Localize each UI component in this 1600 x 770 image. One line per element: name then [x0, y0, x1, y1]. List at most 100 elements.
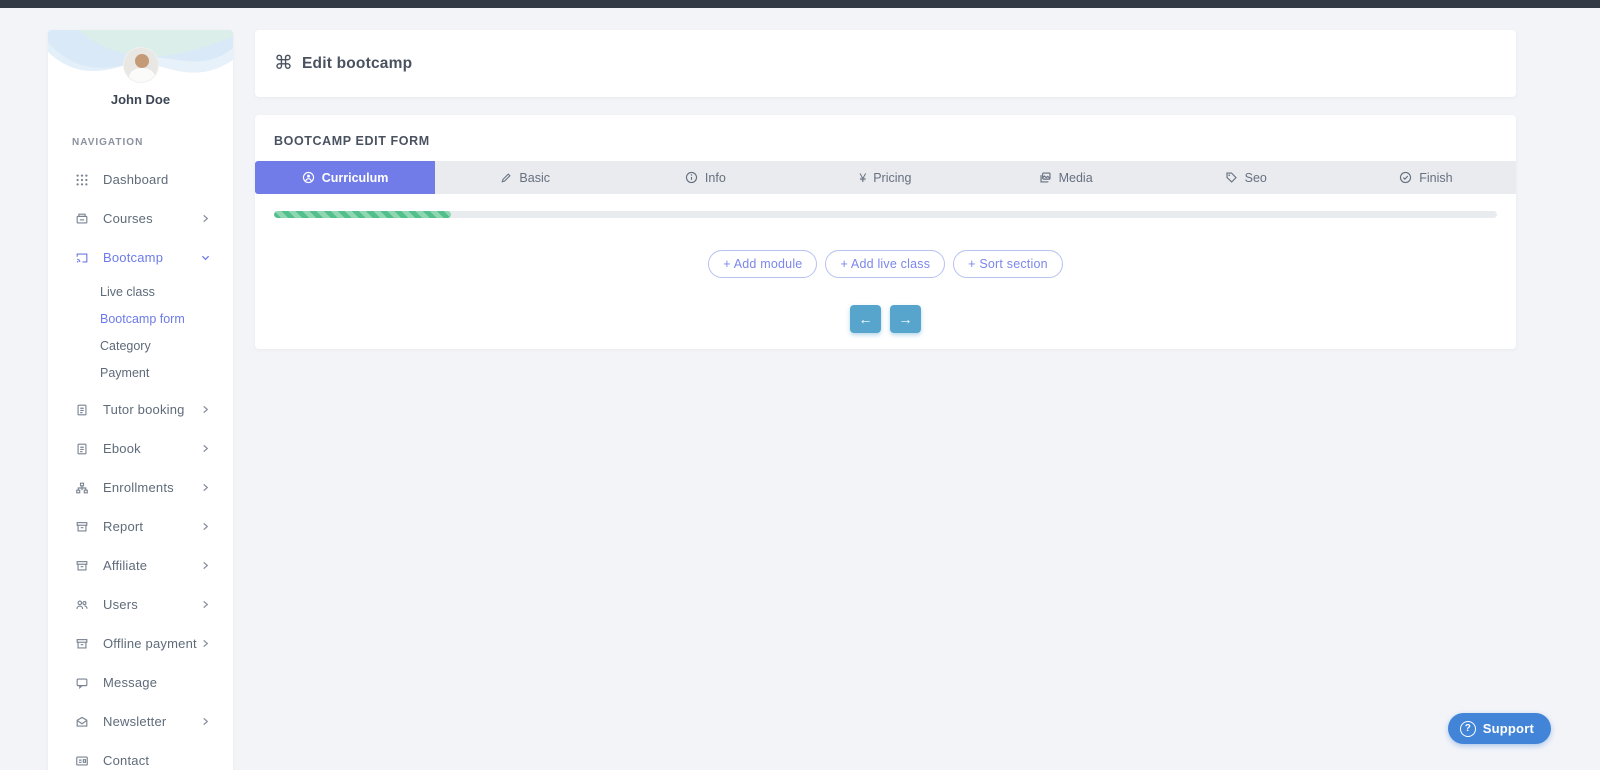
sidebar-item-bootcamp[interactable]: Bootcamp: [48, 238, 233, 277]
sidebar-item-label: Users: [103, 597, 201, 612]
tab-label: Basic: [519, 171, 550, 185]
wizard-tabs: Curriculum Basic Info ¥ Pricing Media: [255, 161, 1516, 194]
sidebar-item-label: Live class: [100, 285, 155, 299]
bootcamp-edit-form-card: BOOTCAMP EDIT FORM Curriculum Basic Info…: [255, 115, 1516, 349]
courses-icon: [75, 211, 91, 227]
sidebar-item-courses[interactable]: Courses: [48, 199, 233, 238]
add-live-class-button[interactable]: + Add live class: [825, 250, 945, 278]
sidebar-item-enrollments[interactable]: Enrollments: [48, 468, 233, 507]
wizard-nav: ← →: [255, 305, 1516, 333]
user-name: John Doe: [48, 92, 233, 107]
avatar[interactable]: [123, 47, 159, 83]
sidebar-item-ebook[interactable]: Ebook: [48, 429, 233, 468]
cast-icon: [75, 250, 91, 266]
avatar-head: [135, 54, 149, 68]
sidebar: John Doe NAVIGATION Dashboard Courses Bo…: [48, 30, 233, 770]
id-card-icon: [75, 753, 91, 769]
tab-label: Seo: [1245, 171, 1267, 185]
sidebar-item-payment[interactable]: Payment: [48, 360, 233, 387]
support-button[interactable]: ? Support: [1448, 713, 1551, 744]
chevron-right-icon: [201, 405, 211, 415]
chevron-right-icon: [201, 214, 211, 224]
avatar-body: [129, 68, 155, 83]
bootcamp-submenu: Live class Bootcamp form Category Paymen…: [48, 277, 233, 390]
sidebar-item-label: Payment: [100, 366, 149, 380]
sidebar-item-label: Ebook: [103, 441, 201, 456]
page-header: ⌘ Edit bootcamp: [255, 30, 1516, 97]
progress-fill: [274, 211, 451, 218]
tab-pricing[interactable]: ¥ Pricing: [795, 161, 975, 194]
file-lines-icon: [75, 402, 91, 418]
chevron-right-icon: [201, 561, 211, 571]
sidebar-item-affiliate[interactable]: Affiliate: [48, 546, 233, 585]
question-circle-icon: ?: [1460, 721, 1476, 737]
sidebar-item-label: Affiliate: [103, 558, 201, 573]
tab-finish[interactable]: Finish: [1336, 161, 1516, 194]
chevron-right-icon: [201, 600, 211, 610]
check-circle-icon: [1399, 171, 1412, 184]
curriculum-actions: + Add module + Add live class + Sort sec…: [255, 250, 1516, 278]
info-circle-icon: [685, 171, 698, 184]
arrow-right-icon: →: [899, 311, 913, 327]
grid-icon: [75, 172, 91, 188]
sidebar-item-label: Bootcamp: [103, 250, 201, 265]
sidebar-item-live-class[interactable]: Live class: [48, 279, 233, 306]
chevron-right-icon: [201, 639, 211, 649]
chevron-right-icon: [201, 717, 211, 727]
sidebar-item-label: Report: [103, 519, 201, 534]
sidebar-item-newsletter[interactable]: Newsletter: [48, 702, 233, 741]
sidebar-item-message[interactable]: Message: [48, 663, 233, 702]
sidebar-item-contact[interactable]: Contact: [48, 741, 233, 770]
tab-label: Info: [705, 171, 726, 185]
sidebar-item-label: Newsletter: [103, 714, 201, 729]
next-step-button[interactable]: →: [890, 305, 921, 333]
sidebar-item-label: Courses: [103, 211, 201, 226]
nav-section-label: NAVIGATION: [72, 137, 233, 148]
chat-icon: [75, 675, 91, 691]
sidebar-item-report[interactable]: Report: [48, 507, 233, 546]
tab-basic[interactable]: Basic: [435, 161, 615, 194]
sidebar-item-tutor-booking[interactable]: Tutor booking: [48, 390, 233, 429]
sidebar-item-label: Offline payment: [103, 636, 201, 651]
tab-label: Curriculum: [322, 171, 389, 185]
support-label: Support: [1483, 721, 1534, 736]
tab-label: Finish: [1419, 171, 1452, 185]
sitemap-icon: [75, 480, 91, 496]
pen-icon: [500, 172, 512, 184]
file-lines-icon: [75, 441, 91, 457]
sidebar-item-bootcamp-form[interactable]: Bootcamp form: [48, 306, 233, 333]
progress-bar: [274, 211, 1497, 218]
tab-label: Media: [1059, 171, 1093, 185]
sidebar-item-label: Message: [103, 675, 211, 690]
sidebar-item-dashboard[interactable]: Dashboard: [48, 160, 233, 199]
chevron-right-icon: [201, 483, 211, 493]
sidebar-item-category[interactable]: Category: [48, 333, 233, 360]
chevron-down-icon: [201, 253, 211, 263]
tab-info[interactable]: Info: [615, 161, 795, 194]
users-icon: [75, 597, 91, 613]
tab-curriculum[interactable]: Curriculum: [255, 161, 435, 194]
prev-step-button[interactable]: ←: [850, 305, 881, 333]
sidebar-item-offline-payment[interactable]: Offline payment: [48, 624, 233, 663]
sidebar-item-label: Category: [100, 339, 151, 353]
yen-icon: ¥: [860, 172, 867, 184]
sidebar-item-label: Enrollments: [103, 480, 201, 495]
sidebar-item-label: Tutor booking: [103, 402, 201, 417]
sidebar-item-users[interactable]: Users: [48, 585, 233, 624]
archive-icon: [75, 558, 91, 574]
user-circle-icon: [302, 171, 315, 184]
sidebar-item-label: Contact: [103, 753, 211, 768]
add-module-button[interactable]: + Add module: [708, 250, 817, 278]
command-icon: ⌘: [274, 52, 293, 75]
tab-seo[interactable]: Seo: [1156, 161, 1336, 194]
media-icon: [1039, 171, 1052, 184]
arrow-left-icon: ←: [859, 311, 873, 327]
sidebar-item-label: Dashboard: [103, 172, 211, 187]
sidebar-nav: Dashboard Courses Bootcamp Live class Bo…: [48, 160, 233, 770]
tab-media[interactable]: Media: [976, 161, 1156, 194]
chevron-right-icon: [201, 444, 211, 454]
archive-icon: [75, 519, 91, 535]
tab-label: Pricing: [873, 171, 911, 185]
sort-section-button[interactable]: + Sort section: [953, 250, 1063, 278]
envelope-icon: [75, 714, 91, 730]
